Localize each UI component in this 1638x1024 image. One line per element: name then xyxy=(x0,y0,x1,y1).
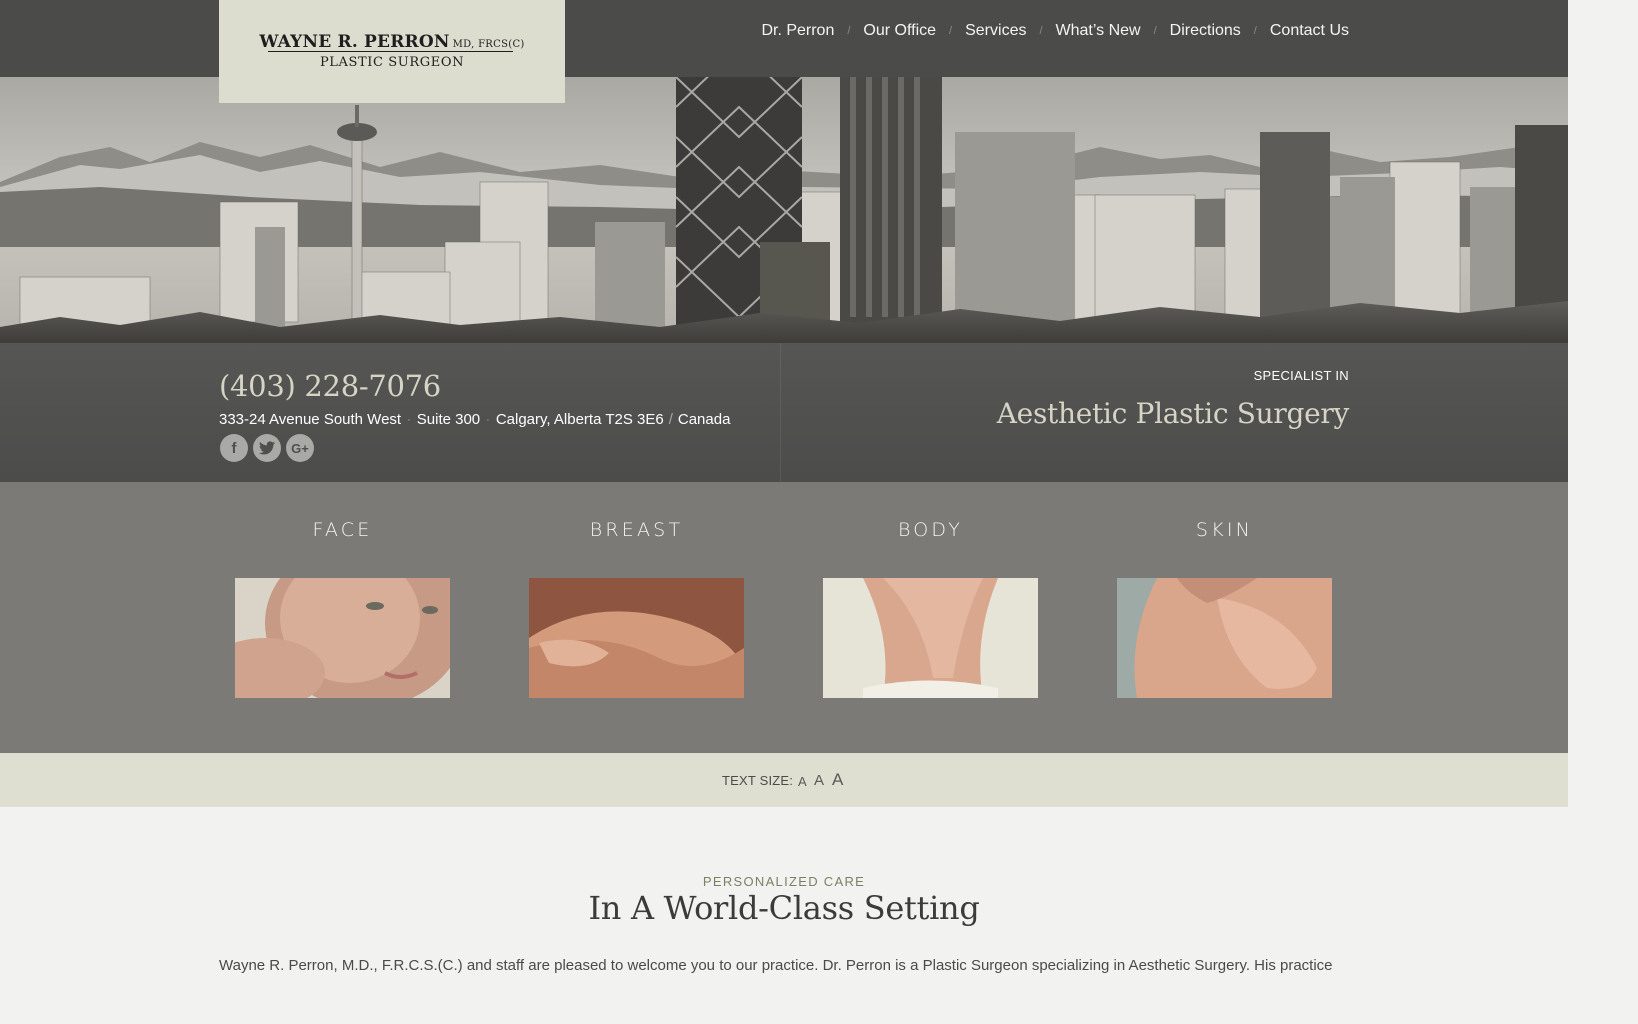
category-breast-image[interactable] xyxy=(529,578,744,698)
address-dot: · xyxy=(407,413,411,426)
category-body-label: BODY xyxy=(897,519,964,541)
address-street: 333-24 Avenue South West xyxy=(219,411,402,428)
text-size-large[interactable]: A xyxy=(832,770,843,790)
category-face-label: FACE xyxy=(312,519,373,541)
section-headline: In A World-Class Setting xyxy=(588,889,980,927)
nav-our-office[interactable]: Our Office xyxy=(863,22,936,40)
text-size-label: TEXT SIZE: xyxy=(722,773,794,788)
address-slash: / xyxy=(668,411,673,428)
text-size-medium[interactable]: A xyxy=(814,772,824,789)
nav-separator: / xyxy=(847,25,851,37)
category-skin-label: SKIN xyxy=(1195,519,1254,541)
logo-name: WAYNE R. PERRON MD, FRCS(C) xyxy=(259,32,525,52)
address-dot: · xyxy=(486,413,490,426)
nav-separator: / xyxy=(1253,25,1257,37)
logo-credentials: MD, FRCS(C) xyxy=(452,39,525,50)
address-city: Calgary, Alberta T2S 3E6 xyxy=(495,411,664,428)
social-links: f G+ xyxy=(220,434,314,462)
nav-separator: / xyxy=(1039,25,1043,37)
category-breast-label: BREAST xyxy=(589,519,684,541)
specialty-title: Aesthetic Plastic Surgery xyxy=(996,397,1350,430)
facebook-icon[interactable]: f xyxy=(220,434,248,462)
category-section: FACE BREAST BODY SKIN xyxy=(0,482,1568,753)
nav-directions[interactable]: Directions xyxy=(1170,22,1241,40)
category-skin-image[interactable] xyxy=(1117,578,1332,698)
band-divider xyxy=(780,343,781,482)
text-size-small[interactable]: A xyxy=(798,774,807,789)
address: 333-24 Avenue South West · Suite 300 · C… xyxy=(219,411,730,428)
category-body-image[interactable] xyxy=(823,578,1038,698)
intro-paragraph: Wayne R. Perron, M.D., F.R.C.S.(C.) and … xyxy=(219,957,1333,974)
category-face-image[interactable] xyxy=(235,578,450,698)
nav-dr-perron[interactable]: Dr. Perron xyxy=(761,22,834,40)
text-size-bar: TEXT SIZE: A A A xyxy=(0,753,1568,807)
site-logo[interactable]: WAYNE R. PERRON MD, FRCS(C) PLASTIC SURGE… xyxy=(219,0,565,103)
address-country: Canada xyxy=(677,411,731,428)
google-plus-icon[interactable]: G+ xyxy=(286,434,314,462)
nav-separator: / xyxy=(1153,25,1157,37)
contact-info-band: (403) 228-7076 333-24 Avenue South West … xyxy=(0,343,1568,482)
nav-separator: / xyxy=(949,25,953,37)
nav-whats-new[interactable]: What’s New xyxy=(1056,22,1141,40)
logo-title: PLASTIC SURGEON xyxy=(319,55,465,70)
logo-rule xyxy=(268,51,513,52)
skyline-illustration xyxy=(0,77,1568,343)
address-suite: Suite 300 xyxy=(416,411,481,428)
twitter-icon[interactable] xyxy=(253,434,281,462)
nav-contact-us[interactable]: Contact Us xyxy=(1270,22,1349,40)
main-nav: Dr. Perron / Our Office / Services / Wha… xyxy=(761,22,1349,40)
phone-number[interactable]: (403) 228-7076 xyxy=(219,369,441,403)
nav-services[interactable]: Services xyxy=(965,22,1026,40)
hero-skyline-image xyxy=(0,77,1568,343)
specialist-label: SPECIALIST IN xyxy=(1253,368,1349,383)
section-eyebrow: PERSONALIZED CARE xyxy=(702,874,866,889)
